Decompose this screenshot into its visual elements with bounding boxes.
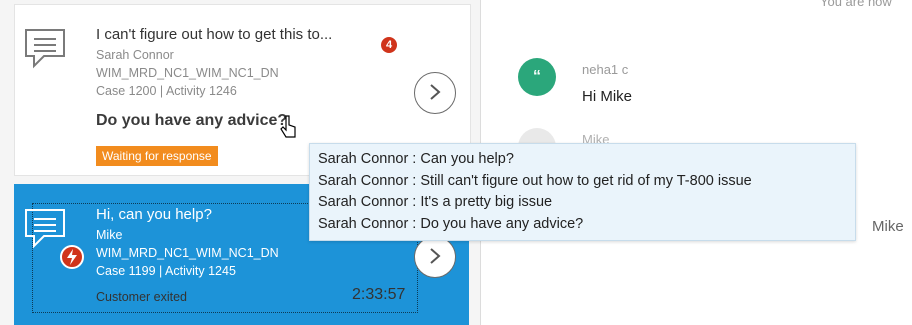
chevron-right-icon [430,248,441,264]
conversation-queue: WIM_MRD_NC1_WIM_NC1_DN [96,246,279,260]
message-preview-tooltip: Sarah Connor : Can you help? Sarah Conno… [309,143,856,241]
message-sender-right: Mike [872,218,904,235]
chevron-right-icon [430,84,441,100]
chat-bubble-icon [22,206,68,252]
chat-header-text: You are now [820,0,892,9]
tooltip-line: Sarah Connor : Still can't figure out ho… [318,172,752,189]
status-badge: Waiting for response [96,146,218,166]
message-sender: neha1 c [582,62,629,77]
conversation-case-activity: Case 1199 | Activity 1245 [96,264,236,278]
tooltip-line: Sarah Connor : Do you have any advice? [318,215,584,232]
tooltip-line: Sarah Connor : Can you help? [318,151,514,167]
conversation-case-activity: Case 1200 | Activity 1246 [96,84,237,98]
open-conversation-button[interactable] [414,72,456,114]
lightning-icon [60,245,84,269]
conversation-customer: Sarah Connor [96,48,174,62]
tooltip-line: Sarah Connor : It's a pretty big issue [318,194,553,210]
message-text: Hi Mike [582,88,633,105]
last-message: Do you have any advice? [96,112,288,129]
conversation-customer: Mike [96,228,123,242]
conversation-title: Hi, can you help? [96,206,212,223]
unread-count-badge: 4 [381,37,397,53]
agent-avatar: “ [518,58,556,96]
chat-bubble-icon [22,26,68,72]
mouse-pointer-icon [280,115,296,138]
open-conversation-button[interactable] [414,236,456,278]
conversation-timer: 2:33:57 [352,286,406,303]
status-label: Customer exited [96,290,188,304]
conversation-title: I can't figure out how to get this to... [96,26,333,43]
conversation-queue: WIM_MRD_NC1_WIM_NC1_DN [96,66,279,80]
